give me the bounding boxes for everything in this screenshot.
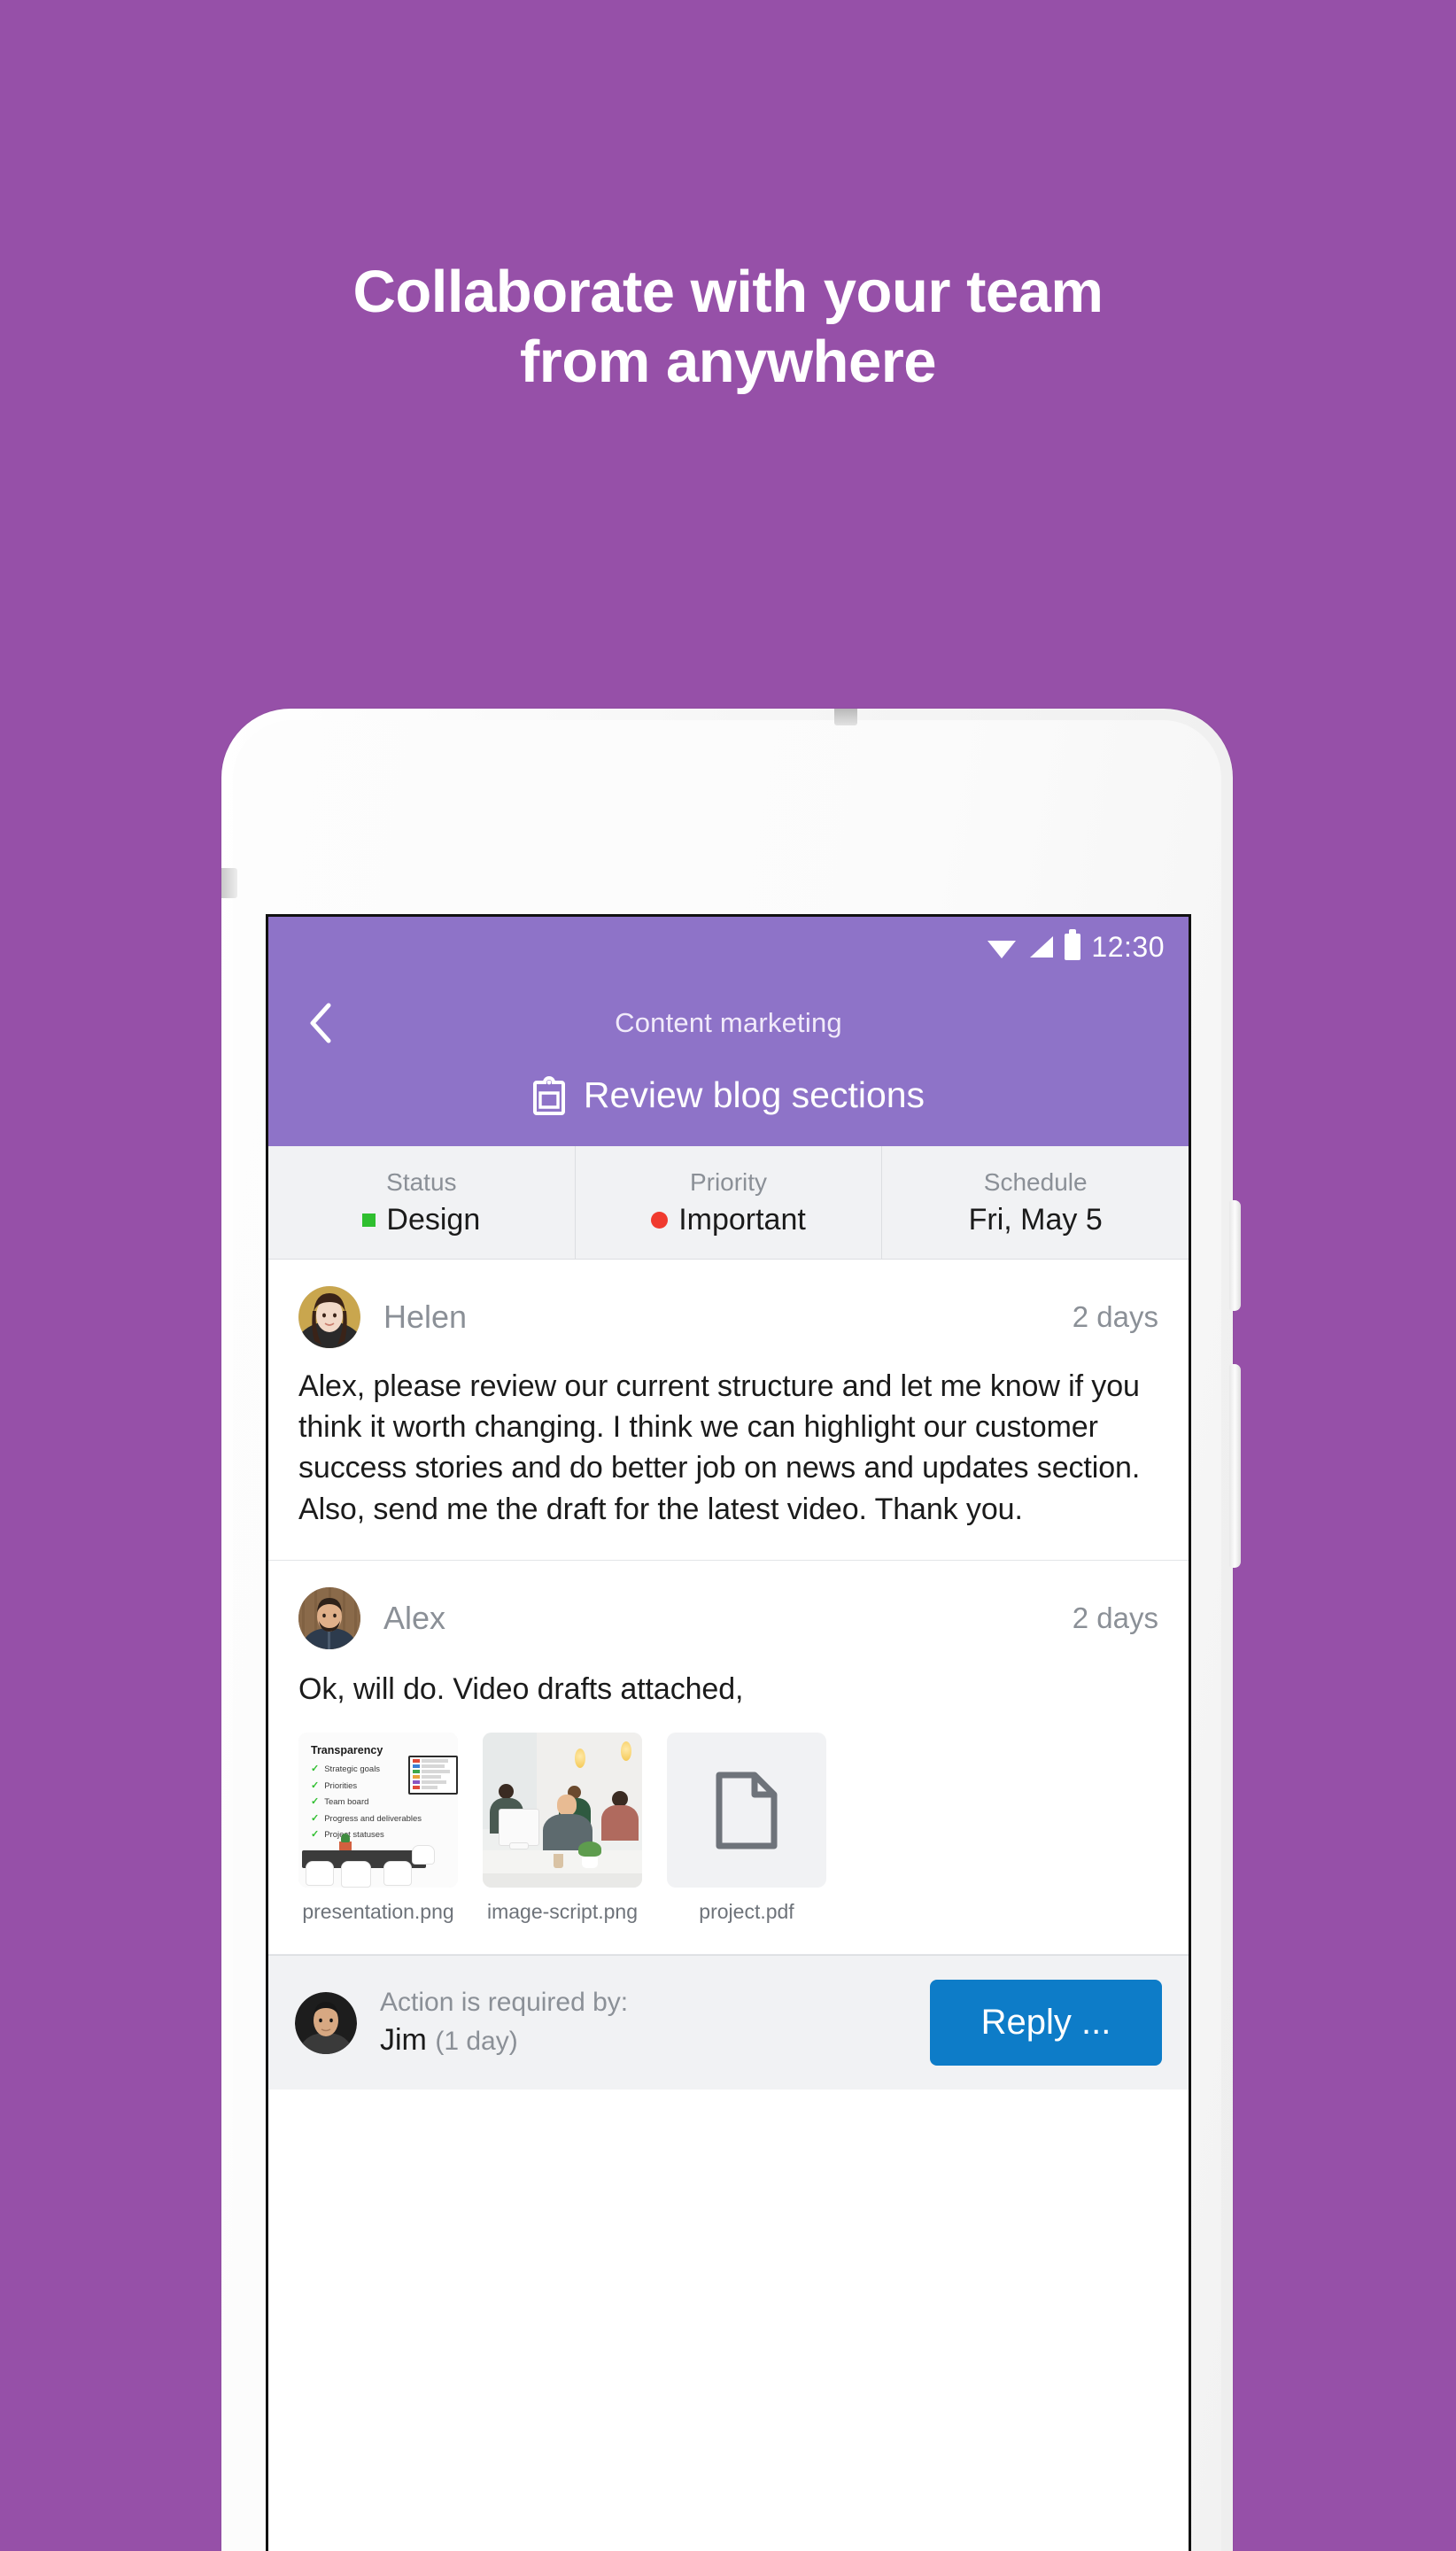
slide-bullet: ✓ Strategic goals	[311, 1764, 422, 1775]
action-prompt: Action is required by:	[380, 1988, 629, 2018]
message-time: 2 days	[1072, 1601, 1158, 1634]
action-duration: (1 day)	[435, 2027, 518, 2057]
power-button[interactable]	[1229, 1200, 1241, 1311]
wifi-icon	[987, 941, 1017, 958]
slide-chair-graphic	[306, 1861, 334, 1887]
action-required-text: Action is required by: Jim (1 day)	[380, 1988, 907, 2058]
project-name[interactable]: Content marketing	[268, 1007, 1189, 1039]
meta-label-status: Status	[386, 1167, 457, 1196]
slide-bullet: ✓ Progress and deliverables	[311, 1812, 422, 1824]
message-header: Helen 2 days	[298, 1286, 1158, 1348]
slide-monitor-graphic	[408, 1756, 458, 1795]
slide-bullet-text: Project statuses	[324, 1830, 384, 1841]
task-title: Review blog sections	[583, 1074, 925, 1115]
check-icon: ✓	[311, 1812, 320, 1824]
message-item[interactable]: Helen 2 days Alex, please review our cur…	[268, 1260, 1189, 1561]
document-icon	[716, 1772, 778, 1849]
message-item[interactable]: Alex 2 days Ok, will do. Video drafts at…	[268, 1561, 1189, 1956]
message-body: Ok, will do. Video drafts attached,	[298, 1671, 744, 1706]
message-author: Alex	[383, 1599, 446, 1636]
status-text: Design	[386, 1202, 481, 1237]
volume-button[interactable]	[1229, 1364, 1241, 1568]
battery-icon	[1065, 929, 1081, 960]
attachment-item[interactable]: project.pdf	[667, 1733, 826, 1924]
meta-value-priority: Important	[651, 1203, 806, 1237]
slide-bullet-text: Team board	[324, 1797, 369, 1808]
message-time: 2 days	[1072, 1300, 1158, 1333]
schedule-text: Fri, May 5	[968, 1202, 1103, 1237]
slide-chair-graphic	[412, 1845, 435, 1865]
attachment-item[interactable]: image-script.png	[483, 1733, 642, 1924]
phone-top-antenna-nub	[834, 709, 857, 725]
slide-bullet-text: Strategic goals	[324, 1764, 381, 1775]
check-icon: ✓	[311, 1829, 320, 1841]
promo-headline: Collaborate with your team from anywhere	[0, 257, 1456, 397]
meta-cell-priority[interactable]: Priority Important	[576, 1146, 883, 1259]
attachment-list: Transparency ✓ Strategic goals ✓ Priorit…	[298, 1733, 1158, 1924]
slide-bullet-text: Priorities	[324, 1780, 358, 1791]
chevron-left-icon	[310, 1003, 331, 1043]
action-assignee: Jim	[380, 2023, 427, 2058]
photo-thumbnail[interactable]	[483, 1733, 642, 1888]
jim-avatar	[295, 1991, 357, 2054]
slide-bullet-text: Progress and deliverables	[324, 1813, 422, 1824]
task-meta-strip: Status Design Priority Important Schedul…	[268, 1146, 1189, 1260]
clipboard-icon	[532, 1075, 565, 1115]
headline-line-2: from anywhere	[519, 329, 937, 396]
message-author: Helen	[383, 1299, 468, 1335]
status-marker-icon	[362, 1213, 376, 1227]
headline-line-1: Collaborate with your team	[352, 259, 1104, 325]
back-button[interactable]	[297, 1000, 343, 1046]
meta-label-schedule: Schedule	[983, 1167, 1088, 1196]
attachment-filename: image-script.png	[486, 1900, 639, 1924]
meta-cell-status[interactable]: Status Design	[268, 1146, 576, 1259]
attachment-filename: presentation.png	[302, 1900, 454, 1924]
check-icon: ✓	[311, 1796, 320, 1808]
meta-value-schedule: Fri, May 5	[969, 1203, 1103, 1237]
slide-thumbnail[interactable]: Transparency ✓ Strategic goals ✓ Priorit…	[298, 1733, 458, 1888]
office-photo-graphic	[483, 1733, 642, 1888]
alex-avatar	[298, 1586, 360, 1649]
check-icon: ✓	[311, 1764, 320, 1775]
phone-left-antenna-nub	[221, 868, 237, 898]
action-bar: Action is required by: Jim (1 day) Reply…	[268, 1955, 1189, 2090]
status-bar: 12:30	[268, 917, 1189, 977]
cell-signal-icon	[1030, 936, 1054, 958]
action-assignee-row: Jim (1 day)	[380, 2023, 907, 2058]
attachment-filename: project.pdf	[699, 1900, 794, 1924]
attachment-item[interactable]: Transparency ✓ Strategic goals ✓ Priorit…	[298, 1733, 458, 1924]
slide-chair-graphic	[341, 1861, 371, 1888]
priority-text: Important	[678, 1202, 806, 1237]
meta-value-status: Design	[362, 1203, 480, 1237]
slide-bullet: ✓ Team board	[311, 1796, 422, 1808]
app-bar: Content marketing Review blog sections	[268, 977, 1189, 1146]
priority-marker-icon	[651, 1211, 669, 1229]
app-bar-top-row: Content marketing	[268, 977, 1189, 1069]
helen-avatar	[298, 1286, 360, 1348]
task-title-row: Review blog sections	[268, 1074, 1189, 1116]
message-body: Alex, please review our current structur…	[298, 1369, 1141, 1526]
reply-button[interactable]: Reply ...	[930, 1980, 1162, 2066]
document-thumbnail[interactable]	[667, 1733, 826, 1888]
slide-canvas: Transparency ✓ Strategic goals ✓ Priorit…	[298, 1733, 458, 1888]
slide-bullet: ✓ Priorities	[311, 1779, 422, 1791]
slide-title: Transparency	[311, 1744, 383, 1757]
meta-cell-schedule[interactable]: Schedule Fri, May 5	[882, 1146, 1189, 1259]
phone-screen: 12:30 Content marketing Review blog sect…	[266, 914, 1191, 2551]
meta-label-priority: Priority	[689, 1167, 768, 1196]
status-bar-time: 12:30	[1091, 930, 1165, 963]
message-header: Alex 2 days	[298, 1586, 1158, 1649]
slide-bullet-list: ✓ Strategic goals ✓ Priorities ✓ Team bo…	[311, 1764, 422, 1847]
slide-chair-graphic	[383, 1861, 412, 1887]
slide-bullet: ✓ Project statuses	[311, 1829, 422, 1841]
check-icon: ✓	[311, 1779, 320, 1791]
